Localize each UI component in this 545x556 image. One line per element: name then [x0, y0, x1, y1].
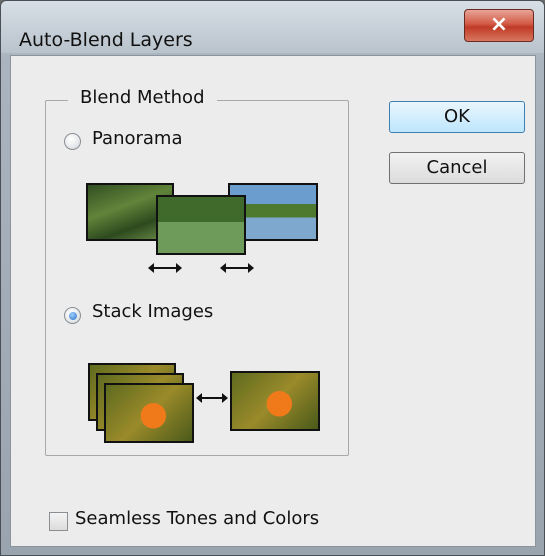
stack-images-radio[interactable] — [64, 307, 81, 324]
stack-result-photo — [230, 371, 320, 431]
close-button[interactable]: × — [464, 9, 534, 42]
blend-method-group: Blend Method Panorama Stack Images — [45, 87, 349, 456]
panorama-radio[interactable] — [64, 133, 81, 150]
seamless-tones-checkbox[interactable] — [49, 512, 68, 531]
arrow-right-icon — [196, 393, 228, 403]
overlap-arrow-right — [220, 263, 254, 273]
stack-images-label[interactable]: Stack Images — [92, 301, 213, 322]
dialog-body: Blend Method Panorama Stack Images OK Ca… — [10, 55, 536, 547]
panorama-label[interactable]: Panorama — [92, 128, 183, 149]
panorama-photo-center — [156, 195, 246, 255]
blend-method-legend: Blend Method — [68, 87, 217, 108]
close-icon: × — [489, 12, 509, 37]
ok-button[interactable]: OK — [389, 101, 525, 133]
title-bar[interactable]: Auto-Blend Layers × — [1, 1, 544, 53]
seamless-tones-label[interactable]: Seamless Tones and Colors — [75, 508, 319, 529]
overlap-arrow-left — [148, 263, 182, 273]
cancel-button[interactable]: Cancel — [389, 152, 525, 184]
dialog-window: Auto-Blend Layers × Blend Method Panoram… — [0, 0, 545, 556]
dialog-title: Auto-Blend Layers — [19, 29, 193, 51]
stack-photo-front — [104, 383, 194, 443]
